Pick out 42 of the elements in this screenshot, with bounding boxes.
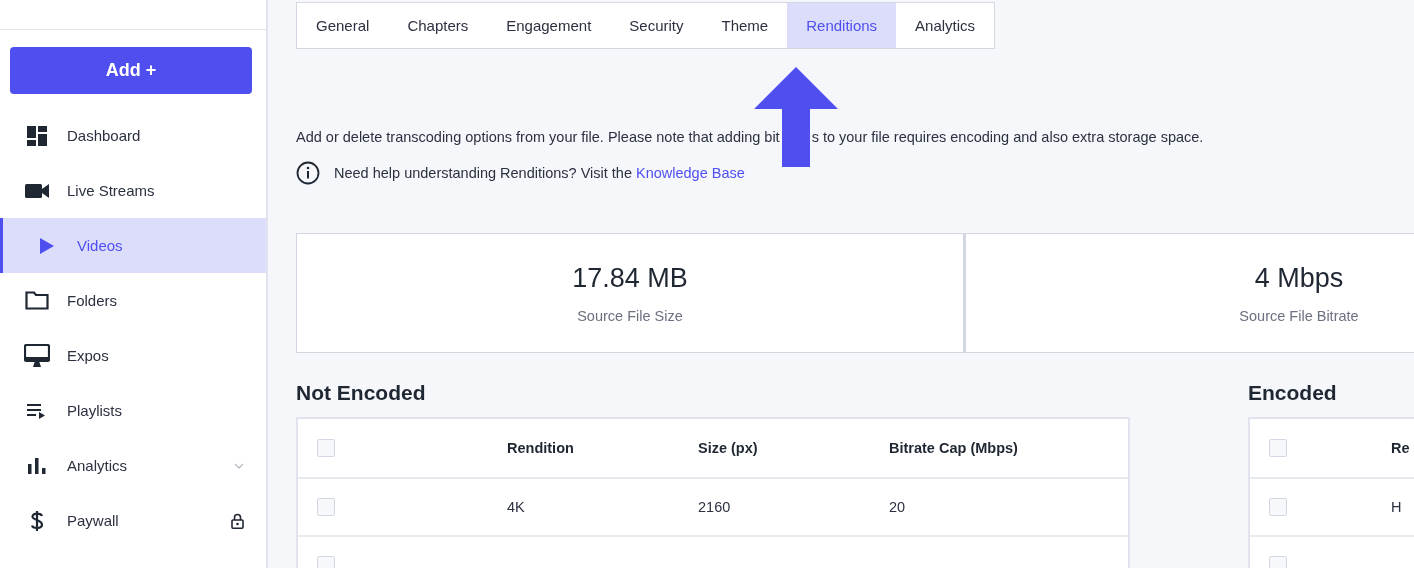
table-cell-text: 20	[889, 499, 907, 515]
video-camera-icon	[25, 183, 49, 198]
section-title: Not Encoded	[296, 381, 427, 405]
knowledge-base-link[interactable]: Knowledge Base	[636, 165, 745, 181]
stat-label: Source File Bitrate	[1239, 307, 1359, 324]
tab[interactable]: Renditions	[787, 3, 897, 48]
column-header: Rendition	[507, 440, 575, 456]
column-header: Size (px)	[698, 440, 759, 456]
info-icon	[296, 161, 320, 185]
description-text: s to your file requires encoding and also extra storage space.	[811, 129, 1204, 145]
select-all-checkbox[interactable]	[1269, 439, 1287, 457]
nav-item[interactable]: Playlists	[0, 383, 266, 438]
nav-item[interactable]: Dashboard	[0, 108, 266, 163]
table-cell-text: H	[1391, 499, 1403, 515]
nav-item[interactable]: Folders	[0, 273, 266, 328]
row-checkbox[interactable]	[1269, 498, 1287, 516]
description-text: Add or delete transcoding options from your file. Please note that adding bit	[296, 129, 780, 145]
stat-label: Source File Size	[577, 307, 683, 324]
select-all-checkbox[interactable]	[317, 439, 335, 457]
monitor-icon	[24, 344, 50, 367]
bar-chart-icon	[28, 457, 46, 474]
stat-value: 17.84 MB	[572, 262, 688, 294]
play-icon	[40, 237, 54, 254]
nav-item[interactable]: Paywall	[0, 493, 266, 548]
dollar-icon	[30, 509, 44, 532]
folder-icon	[25, 291, 49, 310]
section-title: Encoded	[1248, 381, 1338, 405]
nav-item[interactable]: Videos	[0, 218, 266, 273]
nav-item[interactable]: Expos	[0, 328, 266, 383]
help-text: Need help understanding Renditions? Visit the	[334, 165, 632, 181]
nav-item[interactable]: Analytics	[0, 438, 266, 493]
playlist-icon	[27, 402, 47, 419]
table-cell-text: 4K	[507, 499, 526, 515]
nav-item[interactable]: Live Streams	[0, 163, 266, 218]
column-header: Re	[1391, 440, 1411, 456]
table-cell-text: 2160	[698, 499, 732, 515]
dashboard-icon	[26, 124, 48, 147]
chevron-down-icon[interactable]	[234, 462, 244, 469]
row-checkbox[interactable]	[317, 498, 335, 516]
add-button[interactable]: Add +	[10, 47, 252, 94]
stat-value: 4 Mbps	[1254, 262, 1344, 294]
column-header: Bitrate Cap (Mbps)	[889, 440, 1019, 456]
